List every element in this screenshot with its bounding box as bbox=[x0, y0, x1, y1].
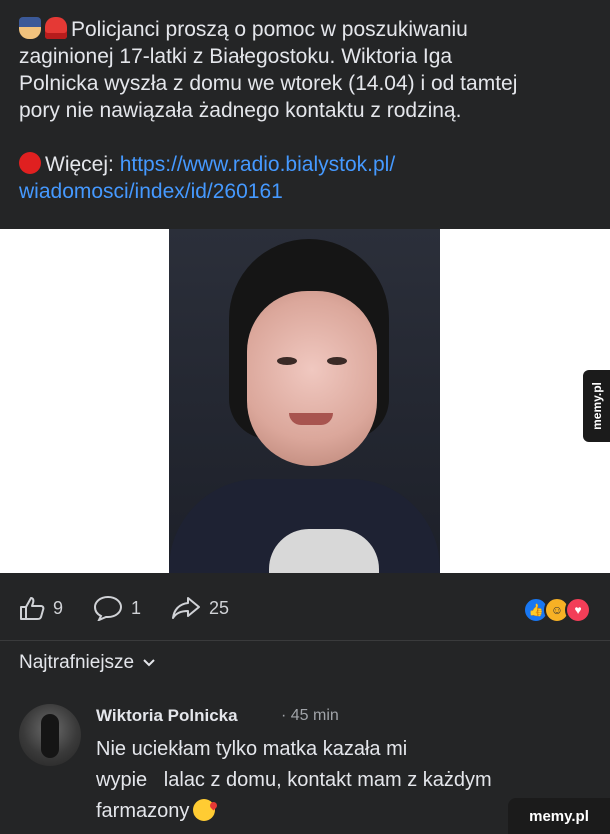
post-line: pory nie nawiązała żadnego kontaktu z ro… bbox=[19, 99, 462, 122]
red-circle-icon bbox=[19, 152, 41, 174]
article-link[interactable]: wiadomosci/index/id/260161 bbox=[19, 180, 283, 203]
police-officer-icon bbox=[19, 17, 41, 39]
comment-line: wypie lalac z domu, kontakt mam z każdym bbox=[96, 769, 492, 791]
watermark-side: memy.pl bbox=[583, 370, 610, 442]
post-photo[interactable] bbox=[169, 229, 440, 573]
like-button[interactable]: 9 bbox=[19, 596, 63, 620]
comment-line: farmazony bbox=[96, 800, 190, 822]
kiss-emoji-icon bbox=[193, 799, 216, 821]
comment-sort-dropdown[interactable]: Najtrafniejsze bbox=[19, 652, 156, 674]
comment-bubble-icon bbox=[94, 595, 123, 621]
post-line: zaginionej 17-latki z Białegostoku. Wikt… bbox=[19, 45, 453, 68]
share-arrow-icon bbox=[172, 597, 201, 619]
sort-label: Najtrafniejsze bbox=[19, 652, 135, 673]
article-link[interactable]: https://www.radio.bialystok.pl/ bbox=[120, 153, 395, 176]
like-count: 9 bbox=[53, 597, 64, 618]
comment-button[interactable]: 1 bbox=[93, 595, 141, 621]
comment-timestamp[interactable]: · 45 min bbox=[281, 707, 339, 725]
comment-body: Nie uciekłam tylko matka kazała mi wypie… bbox=[96, 734, 576, 827]
share-button[interactable]: 25 bbox=[171, 596, 229, 620]
share-count: 25 bbox=[209, 597, 230, 618]
watermark-bottom: memy.pl bbox=[508, 798, 610, 834]
chevron-down-icon bbox=[143, 659, 155, 667]
divider bbox=[0, 640, 610, 641]
post-image-area bbox=[0, 229, 610, 573]
post-text: Policjanci proszą o pomoc w poszukiwaniu… bbox=[19, 16, 599, 205]
comment-author[interactable]: Wiktoria Polnicka bbox=[96, 706, 238, 726]
thumbs-up-icon bbox=[20, 597, 45, 620]
post-actions: 9 1 25 bbox=[19, 595, 259, 621]
love-reaction-icon: ♥ bbox=[565, 597, 591, 623]
post-line: Policjanci proszą o pomoc w poszukiwaniu bbox=[71, 18, 468, 41]
comment-count: 1 bbox=[131, 597, 142, 618]
reactions-summary[interactable]: 👍 ☺ ♥ bbox=[523, 597, 591, 623]
comment-line: Nie uciekłam tylko matka kazała mi bbox=[96, 738, 408, 760]
more-label: Więcej: bbox=[45, 153, 114, 176]
avatar[interactable] bbox=[19, 704, 81, 766]
post-line: Polnicka wyszła z domu we wtorek (14.04)… bbox=[19, 72, 518, 95]
siren-icon bbox=[45, 17, 67, 39]
